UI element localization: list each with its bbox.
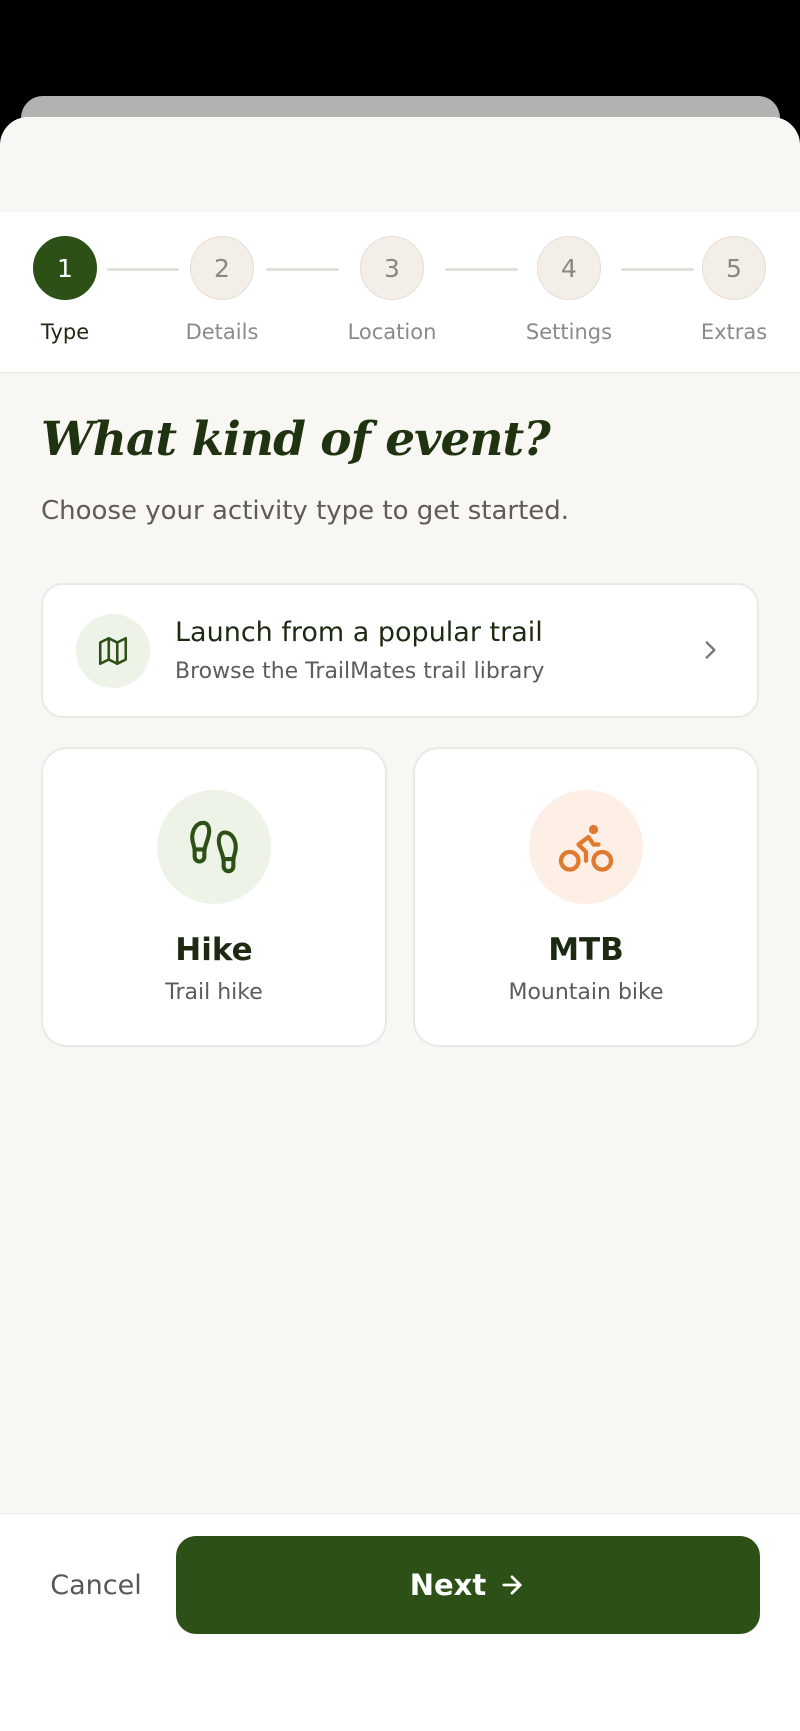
wizard-footer: Cancel Next xyxy=(0,1513,800,1731)
next-button[interactable]: Next xyxy=(176,1536,760,1634)
page-subtitle: Choose your activity type to get started… xyxy=(41,496,570,526)
bicycle-icon xyxy=(558,824,614,872)
activity-name: MTB xyxy=(548,932,624,968)
create-event-sheet: 1 Type 2 Details 3 Location 4 Settings 5… xyxy=(0,117,800,1731)
mtb-icon-container xyxy=(529,790,643,904)
hike-icon-container xyxy=(157,790,271,904)
chevron-right-icon xyxy=(705,641,716,659)
next-button-label: Next xyxy=(409,1568,487,1602)
step-label: Settings xyxy=(525,320,613,344)
step-number: 3 xyxy=(360,236,424,300)
step-label: Extras xyxy=(700,320,768,344)
footprints-icon xyxy=(190,820,238,874)
activity-card-mtb[interactable]: MTB Mountain bike xyxy=(413,747,759,1047)
step-number: 2 xyxy=(190,236,254,300)
page-title: What kind of event? xyxy=(41,412,551,467)
step-label: Location xyxy=(347,320,437,344)
activity-description: Trail hike xyxy=(165,980,263,1005)
step-label: Details xyxy=(185,320,259,344)
step-connector xyxy=(621,268,694,271)
step-connector xyxy=(266,268,339,271)
step-number: 5 xyxy=(702,236,766,300)
step-connector xyxy=(445,268,518,271)
trail-card-title: Launch from a popular trail xyxy=(175,617,543,648)
step-label: Type xyxy=(40,320,90,344)
wizard-stepper: 1 Type 2 Details 3 Location 4 Settings 5… xyxy=(0,212,800,373)
activity-card-hike[interactable]: Hike Trail hike xyxy=(41,747,387,1047)
step-number: 4 xyxy=(537,236,601,300)
activity-name: Hike xyxy=(175,932,253,968)
map-icon-container xyxy=(76,614,150,688)
arrow-right-icon xyxy=(502,1575,522,1595)
map-icon xyxy=(98,636,128,666)
step-number: 1 xyxy=(33,236,97,300)
step-connector xyxy=(107,268,179,271)
trail-card-subtitle: Browse the TrailMates trail library xyxy=(175,659,545,684)
activity-description: Mountain bike xyxy=(508,980,664,1005)
popular-trail-card[interactable]: Launch from a popular trail Browse the T… xyxy=(41,583,759,718)
cancel-button[interactable]: Cancel xyxy=(28,1536,164,1634)
